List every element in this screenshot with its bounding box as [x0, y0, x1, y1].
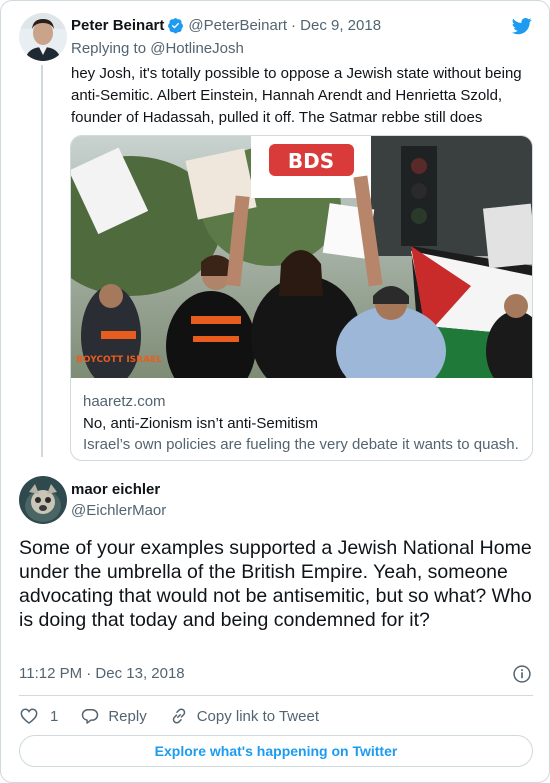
info-icon[interactable]	[512, 664, 532, 684]
reply-icon	[82, 709, 99, 724]
link-preview-meta: haaretz.com No, anti-Zionism isn’t anti-…	[83, 392, 520, 455]
parent-tweet-text: hey Josh, it's totally possible to oppos…	[71, 65, 522, 126]
parent-author-handle[interactable]: @PeterBeinart	[188, 17, 287, 34]
link-title: No, anti-Zionism isn’t anti-Semitism	[83, 415, 319, 432]
reply-button[interactable]: Reply	[80, 706, 147, 726]
tweet-embed-card: Peter Beinart @PeterBeinart · Dec 9, 201…	[0, 0, 550, 783]
tweet-timestamp[interactable]: 11:12 PM · Dec 13, 2018	[19, 665, 185, 682]
copy-link-button[interactable]: Copy link to Tweet	[169, 706, 319, 726]
link-domain: haaretz.com	[83, 393, 166, 410]
maor-eichler-avatar[interactable]	[19, 476, 67, 524]
parent-tweet-date[interactable]: · Dec 9, 2018	[291, 17, 381, 34]
parent-tweet-header: Peter Beinart @PeterBeinart · Dec 9, 201…	[71, 17, 381, 34]
shirt-text: BOYCOTT ISRAEL	[76, 355, 162, 365]
protest-photo: BDS BOYCOTT ISRAEL	[71, 136, 532, 378]
verified-badge-icon	[168, 18, 184, 34]
thread-connector-line	[41, 65, 43, 457]
main-author-name[interactable]: maor eichler	[71, 481, 160, 498]
like-count: 1	[50, 707, 59, 725]
parent-author-name[interactable]: Peter Beinart	[71, 17, 164, 34]
main-tweet-text: Some of your examples supported a Jewish…	[19, 537, 532, 631]
explore-twitter-button[interactable]: Explore what's happening on Twitter	[19, 735, 533, 767]
main-author-handle[interactable]: @EichlerMaor	[71, 502, 166, 519]
like-button[interactable]: 1	[19, 706, 58, 726]
divider	[19, 695, 533, 696]
copy-link-label: Copy link to Tweet	[196, 707, 319, 725]
heart-icon	[20, 708, 38, 725]
tweet-actions-bar: 1 Reply Copy link to Tweet	[19, 705, 341, 727]
link-icon	[172, 708, 185, 724]
sign-text: BDS	[288, 149, 334, 173]
link-description: Israel’s own policies are fueling the ve…	[83, 436, 519, 453]
reply-label: Reply	[108, 707, 147, 725]
twitter-bird-icon[interactable]	[511, 16, 533, 36]
peter-beinart-avatar[interactable]	[19, 13, 67, 61]
link-preview-card[interactable]: BDS BOYCOTT ISRAEL haaretz.com No, anti-…	[70, 135, 533, 461]
replying-to-label[interactable]: Replying to @HotlineJosh	[71, 40, 244, 57]
avatar-image	[19, 13, 67, 61]
avatar-image	[19, 476, 67, 524]
